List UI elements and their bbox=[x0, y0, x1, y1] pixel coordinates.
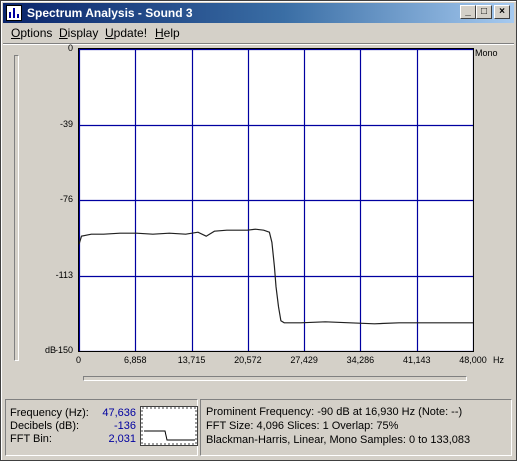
status-bar: Frequency (Hz): 47,636 Decibels (dB): -1… bbox=[3, 399, 514, 458]
mini-spectrum-preview bbox=[140, 406, 198, 446]
decibels-row: Decibels (dB): -136 bbox=[10, 420, 136, 433]
menu-options[interactable]: Options bbox=[11, 26, 52, 40]
spectrum-analysis-window: Spectrum Analysis - Sound 3 _ □ × Option… bbox=[0, 0, 517, 461]
y-tick-label: -150 bbox=[54, 345, 73, 355]
readout-panel: Frequency (Hz): 47,636 Decibels (dB): -1… bbox=[5, 399, 198, 456]
vertical-scrollbar[interactable] bbox=[14, 55, 19, 361]
menu-help-rest: elp bbox=[163, 26, 180, 40]
x-tick-label: 20,572 bbox=[234, 355, 262, 365]
menu-help-mnemonic: H bbox=[155, 26, 164, 40]
x-unit-label: Hz bbox=[493, 355, 504, 365]
horizontal-scrollbar[interactable] bbox=[83, 376, 467, 381]
y-tick-label: 0 bbox=[67, 43, 73, 53]
x-tick-label: 48,000 bbox=[459, 355, 487, 365]
menu-display-rest: isplay bbox=[67, 26, 99, 40]
frequency-label: Frequency (Hz): bbox=[10, 407, 89, 419]
x-tick-label: 0 bbox=[76, 355, 82, 365]
y-tick-label: -76 bbox=[59, 194, 73, 204]
window-settings-text: Blackman-Harris, Linear, Mono Samples: 0… bbox=[206, 434, 471, 446]
frequency-row: Frequency (Hz): 47,636 bbox=[10, 407, 136, 420]
info-panel: Prominent Frequency: -90 dB at 16,930 Hz… bbox=[200, 399, 512, 456]
x-tick-label: 6,858 bbox=[124, 355, 147, 365]
title-bar[interactable]: Spectrum Analysis - Sound 3 _ □ × bbox=[3, 3, 514, 23]
spectrum-app-icon[interactable] bbox=[6, 5, 22, 21]
menu-options-mnemonic: O bbox=[11, 26, 21, 40]
fft-bin-value: 2,031 bbox=[108, 433, 136, 445]
menu-update[interactable]: Update! bbox=[105, 26, 147, 40]
menu-update-mnemonic: U bbox=[105, 26, 114, 40]
fft-settings-text: FFT Size: 4,096 Slices: 1 Overlap: 75% bbox=[206, 420, 399, 432]
maximize-button[interactable]: □ bbox=[476, 5, 492, 19]
mini-preview-svg bbox=[141, 407, 197, 445]
frequency-value: 47,636 bbox=[102, 407, 136, 419]
close-button[interactable]: × bbox=[494, 5, 510, 19]
menu-bar: Options Display Update! Help bbox=[3, 23, 514, 43]
menu-help[interactable]: Help bbox=[155, 26, 180, 40]
x-tick-label: 41,143 bbox=[402, 355, 431, 365]
x-tick-label: 34,286 bbox=[346, 355, 375, 365]
decibels-value: -136 bbox=[113, 420, 136, 432]
menu-options-rest: ptions bbox=[20, 26, 53, 40]
decibels-label: Decibels (dB): bbox=[10, 420, 80, 432]
menu-display[interactable]: Display bbox=[59, 26, 98, 40]
fft-bin-label: FFT Bin: bbox=[10, 433, 52, 445]
menu-separator bbox=[3, 43, 514, 45]
spectrum-plot[interactable] bbox=[78, 48, 475, 353]
menu-update-rest: pdate! bbox=[113, 26, 148, 40]
x-tick-label: 27,429 bbox=[290, 355, 318, 365]
spectrum-plot-svg bbox=[78, 48, 475, 353]
channel-label: Mono bbox=[475, 48, 498, 58]
prominent-frequency-text: Prominent Frequency: -90 dB at 16,930 Hz… bbox=[206, 406, 463, 418]
y-tick-label: -39 bbox=[59, 118, 73, 129]
menu-display-mnemonic: D bbox=[59, 26, 68, 40]
fft-bin-row: FFT Bin: 2,031 bbox=[10, 433, 136, 446]
minimize-button[interactable]: _ bbox=[460, 5, 476, 19]
y-tick-label: -113 bbox=[55, 269, 73, 280]
x-tick-label: 13,715 bbox=[177, 355, 206, 365]
window-title: Spectrum Analysis - Sound 3 bbox=[27, 6, 193, 20]
y-unit-label: dB bbox=[45, 345, 57, 355]
